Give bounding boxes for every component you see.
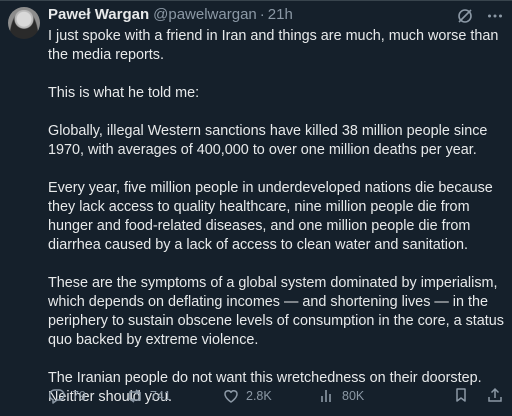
reply-icon [48,387,66,405]
repost-icon [126,387,144,405]
author-name[interactable]: Paweł Wargan [48,5,149,25]
views-icon [318,387,336,405]
author-handle[interactable]: @pawelwargan [153,5,257,25]
bookmark-icon[interactable] [452,386,470,407]
share-icon[interactable] [486,386,504,407]
reply-count: 79 [72,389,86,403]
repost-count: 741 [150,389,171,403]
tweet-time[interactable]: 21h [268,5,293,25]
tweet-actions: 79 741 2.8K 80K [48,385,504,407]
views-button[interactable]: 80K [318,387,400,405]
reply-button[interactable]: 79 [48,387,126,405]
header-icons [456,7,504,25]
tweet-content: Paweł Wargan @pawelwargan · 21h I just s… [48,5,504,407]
tweet-text: I just spoke with a friend in Iran and t… [48,28,504,405]
secondary-actions [452,386,504,407]
grok-icon[interactable] [456,7,474,25]
header-separator: · [259,6,265,23]
more-icon[interactable] [486,7,504,25]
repost-button[interactable]: 741 [126,387,222,405]
heart-icon [222,387,240,405]
avatar[interactable] [8,7,40,39]
tweet-header: Paweł Wargan @pawelwargan · 21h [48,5,504,25]
like-button[interactable]: 2.8K [222,387,318,405]
tweet[interactable]: Paweł Wargan @pawelwargan · 21h I just s… [0,0,512,416]
like-count: 2.8K [246,389,272,403]
views-count: 80K [342,389,365,403]
